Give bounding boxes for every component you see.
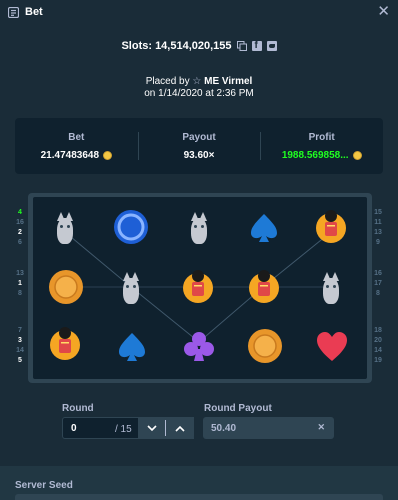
username[interactable]: ME Virmel	[204, 76, 252, 87]
placed-date: on 1/14/2020 at 2:36 PM	[144, 88, 254, 99]
wolf-icon	[45, 210, 85, 250]
left-line-numbers: 4 16 2 6	[14, 208, 26, 248]
stat-bet-label: Bet	[68, 132, 85, 143]
line-number: 1	[18, 280, 22, 287]
wolf-icon	[111, 270, 151, 310]
stat-profit-value: 1988.569858...	[260, 150, 383, 161]
coin-icon	[352, 151, 362, 160]
scarab-icon	[316, 210, 346, 243]
star-icon: ☆	[192, 76, 202, 87]
line-number: 14	[374, 347, 382, 354]
spade-icon	[251, 214, 277, 242]
right-line-numbers: 16 17 8	[372, 269, 384, 299]
scarab-icon	[50, 327, 80, 360]
round-decrement-button[interactable]	[138, 417, 166, 439]
left-line-numbers: 13 1 8	[14, 269, 26, 299]
line-number: 7	[18, 327, 22, 334]
modal-title-text: Bet	[25, 6, 43, 18]
close-button[interactable]: ✕	[377, 4, 390, 20]
line-number: 9	[376, 239, 380, 246]
stat-bet: Bet 21.47483648	[15, 118, 138, 174]
stat-profit: Profit 1988.569858...	[260, 118, 383, 174]
gold-coin-icon	[248, 329, 282, 363]
scarab-icon	[183, 270, 213, 303]
bet-stats-card: Bet 21.47483648 Payout 93.60× Profit 198…	[15, 118, 383, 174]
stat-profit-label: Profit	[308, 132, 335, 143]
stat-payout: Payout 93.60×	[137, 118, 261, 174]
left-line-numbers: 7 3 14 5	[14, 326, 26, 366]
round-increment-button[interactable]	[166, 417, 194, 439]
spade-icon	[119, 333, 145, 361]
line-number: 6	[18, 239, 22, 246]
right-line-numbers: 15 11 13 9	[372, 208, 384, 248]
modal-title: Bet	[8, 6, 43, 18]
slots-id-row: Slots: 14,514,020,155	[0, 40, 398, 52]
profit-amount: 1988.569858...	[281, 150, 349, 161]
line-number: 13	[16, 270, 24, 277]
wolf-icon	[179, 210, 219, 250]
line-number: 5	[18, 357, 22, 364]
scarab-icon	[249, 270, 279, 303]
slots-id: Slots: 14,514,020,155	[121, 40, 232, 52]
bet-amount: 21.47483648	[40, 150, 100, 161]
line-number: 11	[374, 219, 382, 226]
server-seed-field[interactable]	[15, 494, 383, 500]
line-number: 3	[18, 337, 22, 344]
club-icon	[184, 332, 214, 361]
line-number: 14	[16, 347, 24, 354]
twitter-icon[interactable]	[266, 41, 277, 51]
line-number: 16	[374, 270, 382, 277]
blue-chip-icon	[114, 210, 148, 244]
line-number: 13	[374, 229, 382, 236]
placed-by-prefix: Placed by	[145, 76, 190, 87]
line-number: 4	[18, 209, 22, 216]
stat-payout-label: Payout	[182, 132, 216, 143]
round-payout-label: Round Payout	[204, 403, 272, 414]
line-number: 20	[374, 337, 382, 344]
line-number: 8	[18, 290, 22, 297]
gold-coin-icon	[49, 270, 83, 304]
chevron-down-icon	[147, 424, 157, 431]
round-payout-field: 50.40 ✕	[203, 417, 334, 439]
server-seed-label: Server Seed	[15, 480, 73, 491]
payout-multiplier: 93.60×	[183, 150, 215, 161]
wolf-icon	[311, 270, 351, 310]
right-line-numbers: 18 20 14 19	[372, 326, 384, 366]
stat-payout-value: 93.60×	[138, 150, 261, 161]
line-number: 2	[18, 229, 22, 236]
coin-icon	[103, 151, 113, 160]
line-number: 16	[16, 219, 24, 226]
round-payout-value: 50.40	[211, 422, 237, 434]
round-total: / 15	[115, 424, 132, 435]
bet-slip-icon	[8, 6, 19, 18]
line-number: 17	[374, 280, 382, 287]
chevron-up-icon	[175, 425, 185, 432]
line-number: 15	[374, 209, 382, 216]
stat-bet-value: 21.47483648	[15, 150, 138, 161]
placed-by-info: Placed by ☆ ME Virmel on 1/14/2020 at 2:…	[0, 76, 398, 100]
line-number: 19	[374, 357, 382, 364]
copy-icon[interactable]	[236, 41, 247, 51]
round-value: 0	[71, 422, 77, 434]
round-label: Round	[62, 403, 94, 414]
line-number: 8	[376, 290, 380, 297]
facebook-icon[interactable]	[251, 40, 262, 51]
multiplier-icon: ✕	[317, 422, 325, 432]
line-number: 18	[374, 327, 382, 334]
heart-icon	[317, 332, 347, 361]
modal-header: Bet ✕	[0, 0, 398, 24]
